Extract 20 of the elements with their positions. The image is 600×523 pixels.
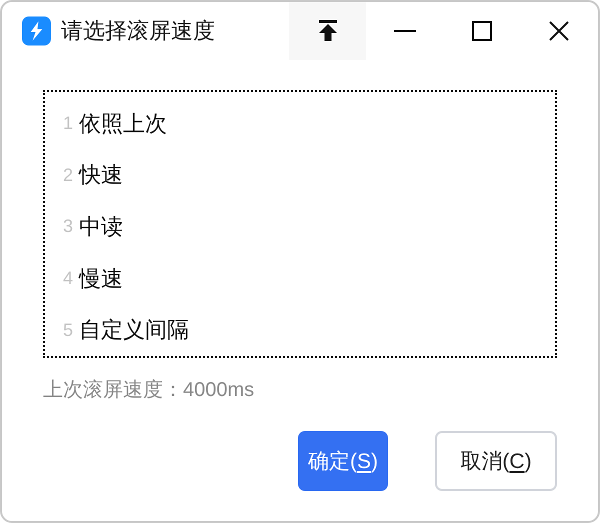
maximize-icon (472, 21, 492, 41)
pin-to-top-icon (318, 20, 338, 42)
option-number: 5 (63, 320, 74, 341)
speed-option[interactable]: 中读 (79, 212, 124, 242)
window-title: 请选择滚屏速度 (60, 17, 216, 45)
speed-option[interactable]: 依照上次 (79, 108, 168, 139)
app-logo-icon (22, 16, 51, 46)
speed-option[interactable]: 自定义间隔 (79, 315, 190, 346)
speed-option[interactable]: 慢速 (79, 264, 124, 294)
last-speed-text: 上次滚屏速度：4000ms (43, 378, 254, 403)
option-number: 4 (63, 268, 74, 290)
minimize-icon (394, 29, 416, 33)
option-number: 3 (63, 216, 74, 238)
speed-option[interactable]: 快速 (79, 160, 124, 190)
pin-on-top-button[interactable] (288, 2, 366, 60)
confirm-button[interactable]: 确定(S) (298, 431, 388, 491)
close-icon (548, 20, 570, 42)
cancel-button[interactable]: 取消(C) (435, 431, 557, 491)
option-number: 1 (63, 113, 74, 134)
option-number: 2 (63, 164, 74, 186)
